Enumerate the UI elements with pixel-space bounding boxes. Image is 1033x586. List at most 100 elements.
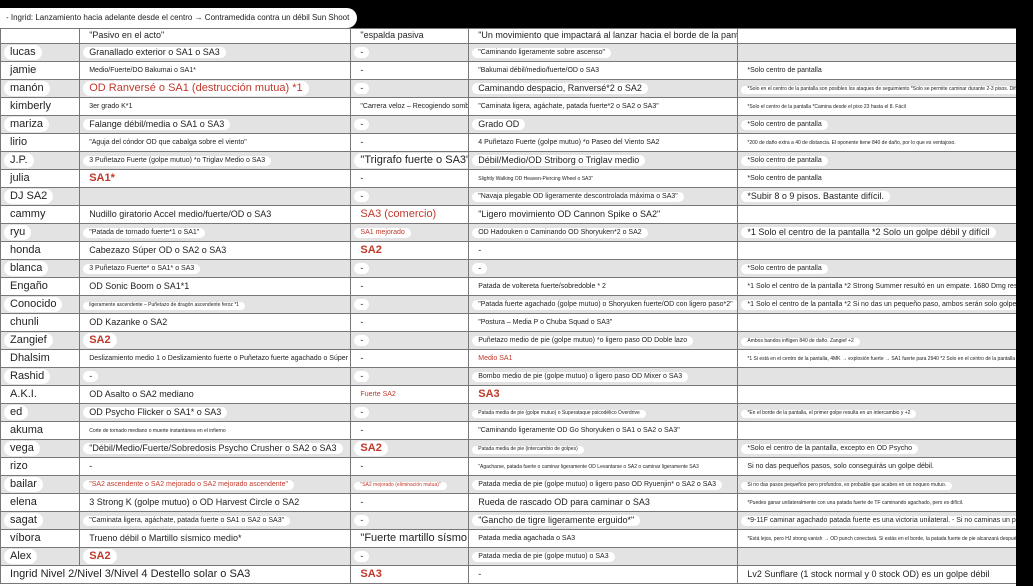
cell-name[interactable] [0, 28, 81, 44]
cell-col1[interactable]: 3er grado K*1 [79, 97, 352, 116]
cell-col3[interactable]: Bombo medio de pie (golpe mutuo) o liger… [468, 367, 739, 386]
cell-col1[interactable]: OD Kazanke o SA2 [79, 313, 352, 332]
cell-col1[interactable]: Trueno débil o Martillo sísmico medio* [79, 529, 352, 548]
cell-col4[interactable]: *Subir 8 o 9 pisos. Bastante difícil. [737, 187, 1033, 206]
cell-col4[interactable]: *Solo en el centro de la pantalla son po… [737, 79, 1033, 98]
cell-footer-name[interactable]: Ingrid Nivel 2/Nivel 3/Nivel 4 Destello … [0, 565, 352, 584]
cell-character-name[interactable]: jamie [0, 61, 81, 80]
cell-col1[interactable]: Nudillo giratorio Accel medio/fuerte/OD … [79, 205, 352, 224]
cell-col3[interactable]: Patada de voltereta fuerte/sobredoble * … [468, 277, 739, 296]
cell-character-name[interactable]: víbora [0, 529, 81, 548]
cell-col3[interactable]: "Agacharse, patada fuerte o caminar lige… [468, 457, 739, 476]
cell-col2[interactable]: - [350, 259, 470, 278]
cell-col3[interactable]: "Caminata ligera, agáchate, patada fuert… [468, 97, 739, 116]
cell-col1[interactable]: Deslizamiento medio 1 o Deslizamiento fu… [79, 349, 352, 368]
cell-character-name[interactable]: ryu [0, 223, 81, 242]
cell-character-name[interactable]: blanca [0, 259, 81, 278]
cell-col1[interactable]: OD Asalto o SA2 mediano [79, 385, 352, 404]
cell-col3[interactable]: Patada media de pie (golpe mutuo) o Supe… [468, 403, 739, 422]
cell-col1[interactable]: 3 Puñetazo Fuerte (golpe mutuo) *o Trigl… [79, 151, 352, 170]
cell-col2[interactable]: - [350, 187, 470, 206]
cell-col2[interactable]: - [350, 493, 470, 512]
cell-col2[interactable]: "Fuerte martillo sísmo [350, 529, 470, 548]
cell-col1[interactable]: OD Sonic Boom o SA1*1 [79, 277, 352, 296]
cell-col3[interactable]: Patada media de pie (intercambio de golp… [468, 439, 739, 458]
cell-character-name[interactable]: A.K.I. [0, 385, 81, 404]
cell-col4[interactable] [737, 241, 1033, 260]
cell-character-name[interactable]: DJ SA2 [0, 187, 81, 206]
cell-character-name[interactable]: Dhalsim [0, 349, 81, 368]
cell-col1[interactable]: Cabezazo Súper OD o SA2 o SA3 [79, 241, 352, 260]
cell-col1[interactable]: OD Psycho Flicker o SA1* o SA3 [79, 403, 352, 422]
cell-col2[interactable]: - [350, 277, 470, 296]
cell-col1[interactable]: "SA2 ascendente o SA2 mejorado o SA2 mej… [79, 475, 352, 494]
cell-footer-col4[interactable]: Lv2 Sunflare (1 stock normal y 0 stock O… [737, 565, 1033, 584]
cell-character-name[interactable]: honda [0, 241, 81, 260]
cell-col1[interactable]: "Patada de tornado fuerte*1 o SA1" [79, 223, 352, 242]
cell-col4[interactable]: *1 Solo el centro de la pantalla *2 Stro… [737, 277, 1033, 296]
cell-col4[interactable]: *9-11F caminar agachado patada fuerte es… [737, 511, 1033, 530]
cell-col2[interactable]: - [350, 115, 470, 134]
cell-col4[interactable] [737, 205, 1033, 224]
cell-col4[interactable]: *Está lejos, pero HJ strong vanish → OD … [737, 529, 1033, 548]
cell-character-name[interactable]: cammy [0, 205, 81, 224]
cell-col4[interactable]: *200 de daño extra a 40 de distancia. El… [737, 133, 1033, 152]
cell-col4[interactable]: *Solo centro de pantalla [737, 169, 1033, 188]
cell-col1[interactable]: "Pasivo en el acto" [79, 28, 352, 44]
cell-col2[interactable]: - [350, 367, 470, 386]
cell-col2[interactable]: - [350, 421, 470, 440]
cell-col2[interactable]: - [350, 43, 470, 62]
cell-col2[interactable]: SA2 [350, 241, 470, 260]
cell-col4[interactable]: *Solo centro de pantalla [737, 61, 1033, 80]
cell-col3[interactable]: Débil/Medio/OD Striborg o Triglav medio [468, 151, 739, 170]
cell-col3[interactable]: "Patada fuerte agachado (golpe mutuo) o … [468, 295, 739, 314]
cell-col3[interactable]: "Bakumai débil/medio/fuerte/OD o SA3 [468, 61, 739, 80]
cell-col4[interactable]: *1 Si está en el centro de la pantalla, … [737, 349, 1033, 368]
cell-col4[interactable]: Ambos bandos infligen 840 de daño. Zangi… [737, 331, 1033, 350]
cell-character-name[interactable]: vega [0, 439, 81, 458]
cell-col3[interactable]: "Caminando ligeramente OD Go Shoryuken o… [468, 421, 739, 440]
cell-character-name[interactable]: sagat [0, 511, 81, 530]
cell-col2[interactable]: - [350, 61, 470, 80]
cell-col1[interactable]: Corte de tornado mediano o muerte instan… [79, 421, 352, 440]
cell-col1[interactable]: "Caminata ligera, agáchate, patada fuert… [79, 511, 352, 530]
cell-col1[interactable]: Medio/Fuerte/DO Bakumai o SA1* [79, 61, 352, 80]
cell-col3[interactable]: Caminando despacio, Ranversé*2 o SA2 [468, 79, 739, 98]
cell-col2[interactable]: SA2 [350, 439, 470, 458]
cell-character-name[interactable]: elena [0, 493, 81, 512]
cell-col2[interactable]: - [350, 79, 470, 98]
cell-character-name[interactable]: kimberly [0, 97, 81, 116]
cell-col3[interactable]: Grado OD [468, 115, 739, 134]
cell-character-name[interactable]: chunli [0, 313, 81, 332]
cell-col4[interactable] [737, 385, 1033, 404]
cell-col4[interactable]: *En el borde de la pantalla, el primer g… [737, 403, 1033, 422]
cell-col1[interactable]: Falange débil/media o SA1 o SA3 [79, 115, 352, 134]
cell-col2[interactable]: - [350, 457, 470, 476]
cell-col1[interactable]: "Aguja del cóndor OD que cabalga sobre e… [79, 133, 352, 152]
cell-character-name[interactable]: ed [0, 403, 81, 422]
cell-col4[interactable]: *1 Solo el centro de la pantalla *2 Solo… [737, 223, 1033, 242]
cell-col4[interactable] [737, 421, 1033, 440]
cell-col2[interactable]: "SA2 mejorado (eliminación mutua)" [350, 475, 470, 494]
cell-col2[interactable]: "Carrera veloz – Recogiendo sombras" [350, 97, 470, 116]
cell-col2[interactable]: - [350, 547, 470, 566]
cell-col4[interactable]: *Solo el centro de la pantalla *Camina d… [737, 97, 1033, 116]
cell-character-name[interactable]: julia [0, 169, 81, 188]
cell-col1[interactable]: SA2 [79, 547, 352, 566]
cell-col3[interactable]: Rueda de rascado OD para caminar o SA3 [468, 493, 739, 512]
cell-character-name[interactable]: Engaño [0, 277, 81, 296]
cell-character-name[interactable]: Rashid [0, 367, 81, 386]
cell-footer-col3[interactable]: - [468, 565, 739, 584]
cell-col2[interactable]: - [350, 511, 470, 530]
cell-col4[interactable] [737, 43, 1033, 62]
cell-col3[interactable]: - [468, 241, 739, 260]
cell-col1[interactable]: ligeramente ascendente – Puñetazo de dra… [79, 295, 352, 314]
cell-character-name[interactable]: bailar [0, 475, 81, 494]
cell-col4[interactable]: *Puedes ganar unilateralmente con una pa… [737, 493, 1033, 512]
cell-character-name[interactable]: lucas [0, 43, 81, 62]
cell-col3[interactable]: "Gancho de tigre ligeramente erguido*" [468, 511, 739, 530]
cell-col2[interactable]: - [350, 133, 470, 152]
cell-col3[interactable]: Patada media agachada o SA3 [468, 529, 739, 548]
cell-col3[interactable]: OD Hadouken o Caminando OD Shoryuken*2 o… [468, 223, 739, 242]
cell-character-name[interactable]: akuma [0, 421, 81, 440]
